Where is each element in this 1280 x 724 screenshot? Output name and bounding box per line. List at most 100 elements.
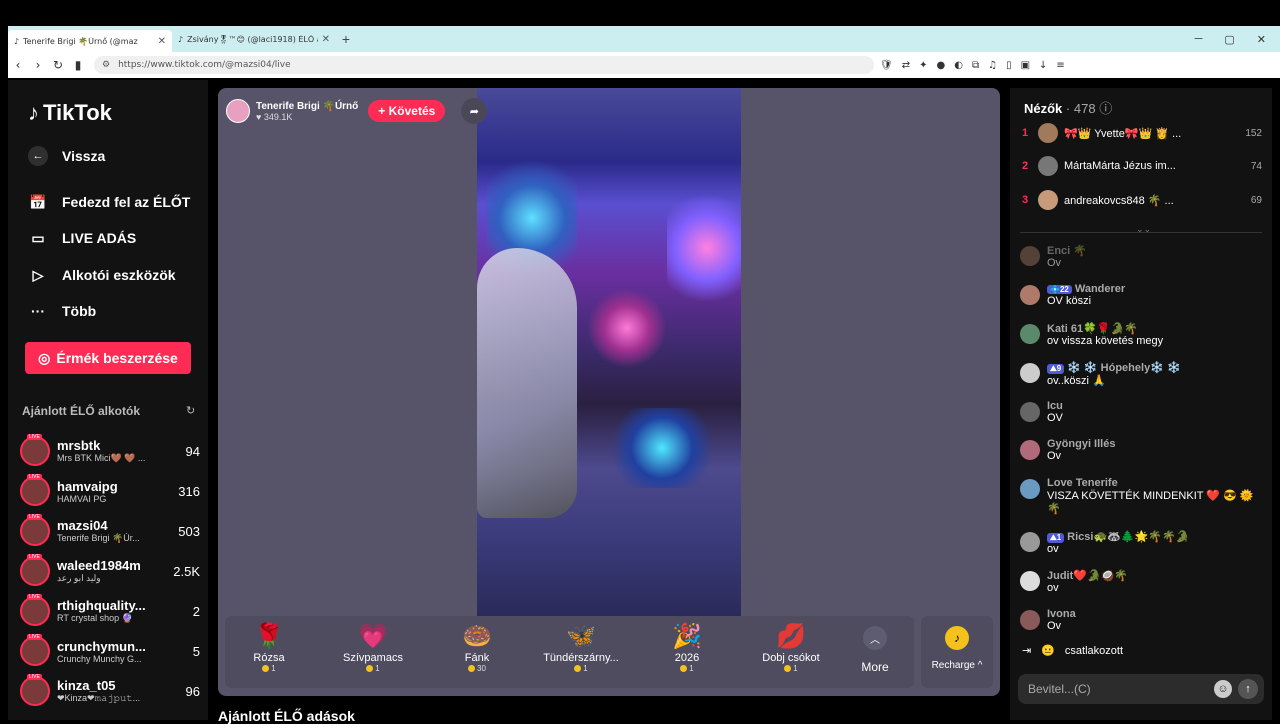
avatar: LIVE — [20, 474, 50, 506]
extension-icon[interactable]: ✦ — [919, 60, 927, 71]
close-window-icon[interactable]: ✕ — [1257, 33, 1266, 46]
screen: ♪ Tenerife Brigi 🌴Úrnő (@maz ✕ ♪ Zsivány… — [0, 0, 1280, 724]
video-light — [607, 408, 717, 488]
extension-icon[interactable]: ◐ — [954, 60, 963, 71]
back-arrow-icon: ← — [28, 146, 48, 166]
live-badge: LIVE — [27, 554, 42, 560]
chat-message: Love Tenerife VISZA KÖVETTÉK MINDENKIT ❤… — [1020, 477, 1260, 515]
chat-message: Icu OV — [1020, 400, 1260, 424]
recommended-lives-title: Ajánlott ÉLŐ adások — [218, 708, 355, 724]
more-dots-icon: ··· — [31, 303, 45, 319]
url-field[interactable]: ⚙ https://www.tiktok.com/@mazsi04/live — [94, 56, 874, 74]
menu-icon[interactable]: ≡ — [1056, 60, 1064, 71]
camera-icon: ▭ — [31, 229, 45, 246]
host-likes: ♥ 349.1K — [256, 111, 293, 122]
download-icon[interactable]: ↓ — [1039, 60, 1047, 71]
browser-tab[interactable]: ♪ Zsivány🎖™😊 (@laci1918) ÉLŐ adás ✕ — [172, 28, 336, 50]
chat-message: ⛰9 ❄️ ❄️ Hópehely❄️ ❄️ ov..köszi 🙏 — [1020, 361, 1260, 387]
viewers-header[interactable]: Nézők · 478 ⓘ — [1024, 98, 1112, 117]
translate-icon[interactable]: ⇄ — [902, 60, 910, 71]
expand-chevron-icon[interactable]: ⌄⌄ — [1136, 224, 1151, 235]
follow-button[interactable]: + Követés — [368, 100, 446, 122]
nav-explore-live[interactable]: 📅 Fedezd fel az ÉLŐT — [28, 192, 190, 212]
live-stream-stage: Tenerife Brigi 🌴Úrnő ♥ 349.1K + Követés … — [218, 88, 1000, 696]
refresh-icon[interactable]: ↻ — [186, 404, 195, 417]
creator-item[interactable]: LIVE rthighquality... RT crystal shop 🔮 2 — [20, 594, 200, 628]
creator-item[interactable]: LIVE mazsi04 Tenerife Brigi 🌴Úr... 503 — [20, 514, 200, 548]
url-text: https://www.tiktok.com/@mazsi04/live — [118, 60, 291, 70]
live-video[interactable] — [477, 88, 741, 616]
recharge-button[interactable]: ♪ Recharge ^ — [921, 616, 993, 688]
tab-title: Tenerife Brigi 🌴Úrnő (@maz — [23, 36, 138, 46]
nav-more[interactable]: ··· Több — [28, 301, 96, 321]
gift-item[interactable]: 🦋 Tündérszárny... 1 — [541, 622, 621, 673]
avatar: LIVE — [20, 634, 50, 666]
tab-title: Zsivány🎖™😊 (@laci1918) ÉLŐ adás — [187, 34, 318, 44]
avatar — [1020, 610, 1040, 630]
chat-message: Gyöngyi Illés Ov — [1020, 438, 1260, 462]
creator-item[interactable]: LIVE hamvaipg HAMVAI PG 316 — [20, 474, 200, 508]
viewer-count: 316 — [178, 483, 200, 499]
right-panel: Nézők · 478 ⓘ 1 🎀👑 Yvette🎀👑 👸 ... 152 2 … — [1010, 88, 1272, 720]
avatar: LIVE — [20, 594, 50, 626]
more-gifts-button[interactable]: ︿ More — [855, 626, 895, 674]
donut-icon: 🍩 — [462, 623, 492, 650]
avatar — [1020, 285, 1040, 305]
explore-live-icon: 📅 — [29, 193, 47, 210]
gift-item[interactable]: 🌹 Rózsa 1 — [229, 622, 309, 673]
creator-item[interactable]: LIVE mrsbtk Mrs BTK Mici🤎 🤎 ... 94 — [20, 434, 200, 468]
tiktok-coin-icon: ♪ — [945, 626, 969, 650]
host-avatar[interactable] — [226, 99, 250, 123]
wallet-icon[interactable]: ▣ — [1021, 60, 1030, 71]
gift-item[interactable]: 🍩 Fánk 30 — [437, 622, 517, 673]
top-viewer-row[interactable]: 3 andreakovcs848 🌴 ... 69 — [1022, 188, 1262, 212]
music-icon[interactable]: ♫ — [988, 60, 997, 71]
creator-item[interactable]: LIVE waleed1984m وليد ابو رعد 2.5K — [20, 554, 200, 588]
avatar: LIVE — [20, 554, 50, 586]
host-name[interactable]: Tenerife Brigi 🌴Úrnő — [256, 101, 358, 112]
creator-item[interactable]: LIVE kinza_t05 ❤Kinza❤𝚖𝚊𝚓𝚙𝚞𝚝... 96 — [20, 674, 200, 708]
chat-input[interactable]: Bevitel...(C) ☺ ↑ — [1018, 674, 1264, 704]
nav-live[interactable]: ▭ LIVE ADÁS — [28, 228, 136, 248]
reload-icon[interactable]: ↻ — [48, 58, 68, 72]
gift-item[interactable]: 💗 Szívpamacs 1 — [333, 622, 413, 673]
rose-icon: 🌹 — [254, 623, 284, 650]
tiktok-logo[interactable]: ♪ TikTok — [28, 100, 112, 126]
live-badge: LIVE — [27, 434, 42, 440]
new-tab-icon[interactable]: + — [336, 31, 356, 47]
get-coins-button[interactable]: ◎ Érmék beszerzése — [25, 342, 191, 374]
send-icon[interactable]: ↑ — [1238, 679, 1258, 699]
tiktok-logo-icon: ♪ — [28, 100, 39, 125]
browser-tab-bar: ♪ Tenerife Brigi 🌴Úrnő (@maz ✕ ♪ Zsivány… — [8, 26, 1280, 52]
forward-icon[interactable]: › — [28, 58, 48, 72]
gift-item[interactable]: 🎉 2026 1 — [647, 622, 727, 673]
sidebar-icon[interactable]: ▯ — [1006, 60, 1012, 71]
browser-tab-active[interactable]: ♪ Tenerife Brigi 🌴Úrnő (@maz ✕ — [8, 30, 172, 52]
creator-item[interactable]: LIVE crunchymun... Crunchy Munchy G... 5 — [20, 634, 200, 668]
share-icon[interactable]: ➦ — [461, 98, 488, 124]
chat-message: Enci 🌴 Ov — [1020, 244, 1260, 269]
back-icon[interactable]: ‹ — [8, 58, 28, 72]
avatar — [1038, 156, 1058, 176]
gift-item[interactable]: 💋 Dobj csókot 1 — [751, 622, 831, 673]
live-badge: LIVE — [27, 594, 42, 600]
extension-icon[interactable]: ● — [936, 60, 945, 71]
bookmark-icon[interactable]: ▮ — [68, 58, 88, 72]
top-viewer-row[interactable]: 1 🎀👑 Yvette🎀👑 👸 ... 152 — [1022, 121, 1262, 145]
viewer-count: 96 — [185, 683, 200, 699]
avatar — [1020, 479, 1040, 499]
minimize-icon[interactable]: ─ — [1195, 33, 1203, 46]
chevron-up-icon: ︿ — [863, 626, 887, 650]
emoji-picker-icon[interactable]: ☺ — [1214, 680, 1232, 698]
site-info-icon[interactable]: ⚙ — [102, 60, 110, 70]
nav-creator-tools[interactable]: ▷ Alkotói eszközök — [28, 265, 176, 285]
maximize-icon[interactable]: ▢ — [1224, 33, 1234, 46]
top-viewer-row[interactable]: 2 MártaMárta Jézus im... 74 — [1022, 154, 1262, 178]
host-info: Tenerife Brigi 🌴Úrnő ♥ 349.1K + Követés … — [226, 96, 488, 126]
nav-back[interactable]: ← Vissza — [28, 146, 105, 166]
chat-message: Ivona Ov — [1020, 608, 1260, 632]
close-tab-icon[interactable]: ✕ — [322, 34, 330, 45]
shield-icon[interactable]: 🛡 — [880, 60, 893, 71]
close-tab-icon[interactable]: ✕ — [158, 36, 166, 47]
puzzle-icon[interactable]: ⧉ — [972, 60, 979, 71]
